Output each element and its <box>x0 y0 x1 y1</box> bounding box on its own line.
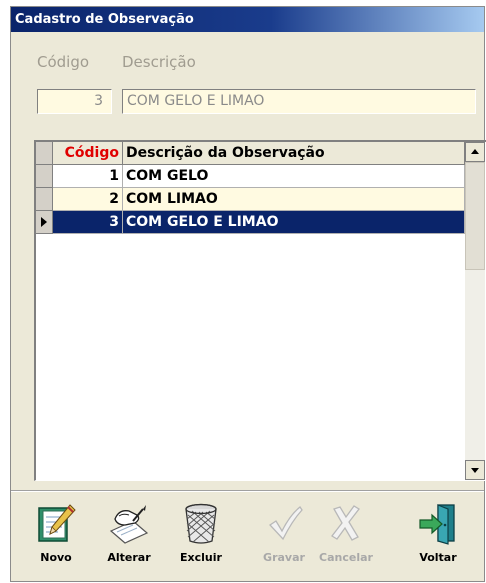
current-row-arrow-icon <box>41 217 47 227</box>
toolbar-separator <box>11 490 484 492</box>
table-row[interactable]: 2 COM LIMAO <box>53 188 465 211</box>
wastebasket-icon <box>185 503 217 544</box>
scroll-down-button[interactable] <box>465 460 485 480</box>
arrow-up-icon <box>471 149 479 154</box>
observacao-window: Cadastro de Observação Código Descrição … <box>10 6 486 582</box>
arrow-down-icon <box>471 468 479 473</box>
row-indicator-column <box>36 142 53 480</box>
descricao-label: Descrição <box>122 53 196 71</box>
excluir-button[interactable]: Excluir <box>169 501 233 575</box>
cancelar-button[interactable]: Cancelar <box>314 501 378 575</box>
notepad-pencil-icon <box>38 504 76 542</box>
gravar-label: Gravar <box>263 551 305 564</box>
observacao-grid[interactable]: Código Descrição da Observação 1 COM GEL… <box>34 140 486 481</box>
alterar-label: Alterar <box>107 551 151 564</box>
row-indicator[interactable] <box>36 165 53 188</box>
codigo-field: 3 <box>37 89 112 114</box>
voltar-button[interactable]: Voltar <box>406 501 470 575</box>
gravar-button[interactable]: Gravar <box>252 501 316 575</box>
cancelar-label: Cancelar <box>319 551 373 564</box>
excluir-label: Excluir <box>180 551 222 564</box>
scroll-thumb[interactable] <box>465 162 485 270</box>
novo-label: Novo <box>40 551 72 564</box>
voltar-label: Voltar <box>419 551 457 564</box>
vertical-scrollbar[interactable] <box>465 142 485 480</box>
codigo-label: Código <box>37 53 90 71</box>
descricao-field: COM GELO E LIMAO <box>122 89 476 114</box>
scroll-up-button[interactable] <box>465 142 485 162</box>
checkmark-icon <box>269 506 303 541</box>
table-row[interactable]: 1 COM GELO <box>53 165 465 188</box>
row-indicator[interactable] <box>36 188 53 211</box>
table-row-selected[interactable]: 3 COM GELO E LIMAO <box>53 211 465 234</box>
hand-writing-icon <box>109 505 149 544</box>
x-mark-icon <box>331 505 360 541</box>
exit-door-icon <box>419 504 455 545</box>
column-header-codigo[interactable]: Código <box>53 142 123 165</box>
row-indicator[interactable] <box>36 211 53 234</box>
indicator-header-cell <box>36 142 53 165</box>
cell-descricao: COM LIMAO <box>123 188 465 211</box>
cell-codigo: 1 <box>53 165 123 188</box>
window-title: Cadastro de Observação <box>11 7 484 32</box>
cell-codigo: 2 <box>53 188 123 211</box>
alterar-button[interactable]: Alterar <box>97 501 161 575</box>
column-header-descricao[interactable]: Descrição da Observação <box>123 142 465 165</box>
cell-descricao: COM GELO <box>123 165 465 188</box>
cell-descricao: COM GELO E LIMAO <box>123 211 465 234</box>
cell-codigo: 3 <box>53 211 123 234</box>
novo-button[interactable]: Novo <box>24 501 88 575</box>
